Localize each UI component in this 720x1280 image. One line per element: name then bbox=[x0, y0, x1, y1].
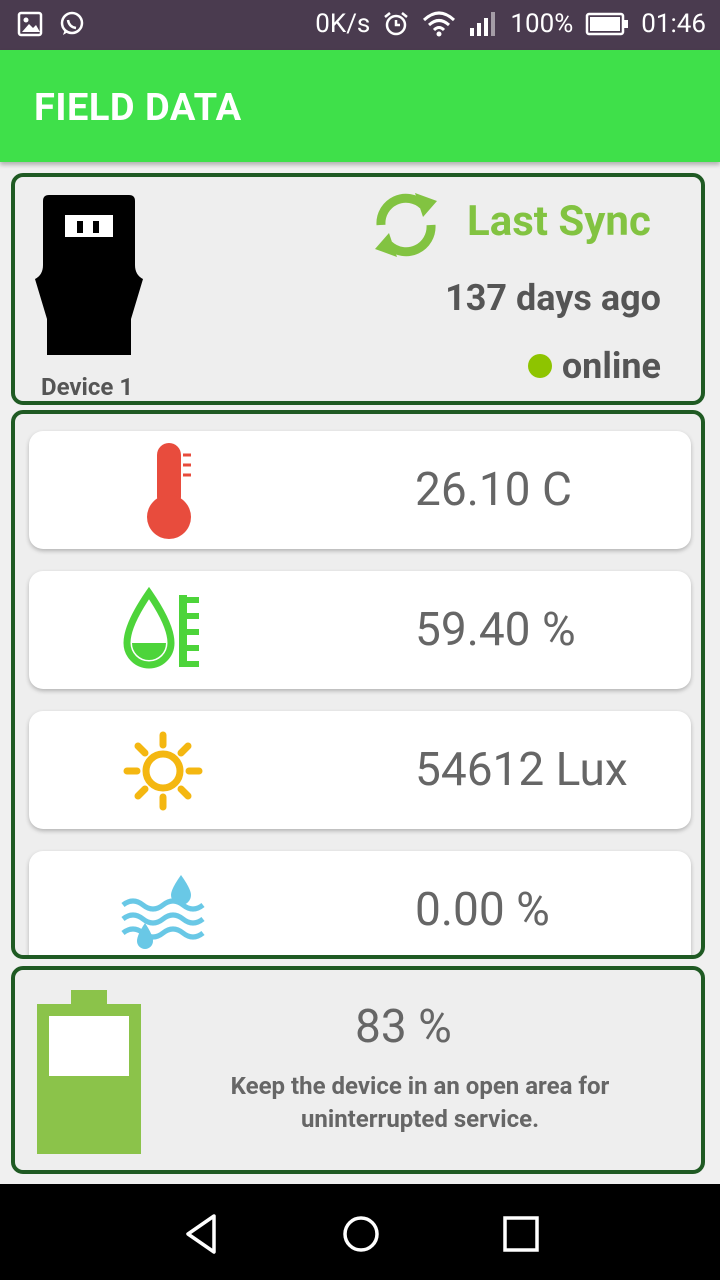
online-status-label: online bbox=[561, 345, 661, 387]
network-speed: 0K/s bbox=[315, 9, 371, 39]
signal-icon bbox=[470, 12, 496, 36]
water-level-icon bbox=[121, 875, 205, 949]
device-card: Device 1 Last Sync 137 days ago online bbox=[11, 173, 705, 405]
battery-card: 83 % Keep the device in an open area for… bbox=[11, 966, 705, 1174]
whatsapp-notification-icon bbox=[60, 11, 84, 35]
sensor-row-temperature[interactable]: 26.10 C bbox=[29, 431, 691, 549]
app-bar: FIELD DATA bbox=[0, 50, 720, 162]
alarm-icon bbox=[384, 12, 409, 36]
home-button[interactable] bbox=[337, 1210, 385, 1258]
light-value: 54612 Lux bbox=[415, 743, 628, 797]
sensor-row-light[interactable]: 54612 Lux bbox=[29, 711, 691, 829]
sensor-row-humidity[interactable]: 59.40 % bbox=[29, 571, 691, 689]
device-name: Device 1 bbox=[41, 373, 134, 401]
device-battery-icon bbox=[37, 990, 141, 1154]
water-value: 0.00 % bbox=[415, 883, 550, 937]
recents-button[interactable] bbox=[497, 1210, 545, 1258]
status-bar: 0K/s 100% 01:46 bbox=[0, 0, 720, 50]
back-button[interactable] bbox=[178, 1210, 226, 1258]
app-title: FIELD DATA bbox=[34, 86, 242, 130]
last-sync-time: 137 days ago bbox=[445, 277, 661, 319]
battery-icon bbox=[586, 12, 629, 36]
temperature-value: 26.10 C bbox=[415, 463, 572, 517]
sun-icon bbox=[123, 731, 203, 811]
wifi-icon bbox=[423, 11, 456, 37]
clock: 01:46 bbox=[641, 9, 706, 39]
online-status: online bbox=[527, 345, 661, 387]
sensor-list[interactable]: 26.10 C 59.40 % 54612 Lux 0.00 % bbox=[11, 410, 705, 959]
humidity-icon bbox=[123, 586, 199, 669]
battery-level: 83 % bbox=[355, 1000, 452, 1054]
sensor-row-water[interactable]: 0.00 % bbox=[29, 851, 691, 955]
navigation-bar bbox=[0, 1184, 720, 1280]
sync-icon[interactable] bbox=[367, 185, 445, 265]
battery-message: Keep the device in an open area for unin… bbox=[230, 1072, 610, 1133]
battery-percent: 100% bbox=[510, 9, 574, 39]
last-sync-label: Last Sync bbox=[467, 197, 651, 246]
status-dot-icon bbox=[527, 354, 552, 378]
thermometer-icon bbox=[147, 443, 191, 539]
humidity-value: 59.40 % bbox=[415, 603, 576, 657]
gallery-notification-icon bbox=[17, 11, 43, 37]
device-icon bbox=[35, 195, 143, 355]
